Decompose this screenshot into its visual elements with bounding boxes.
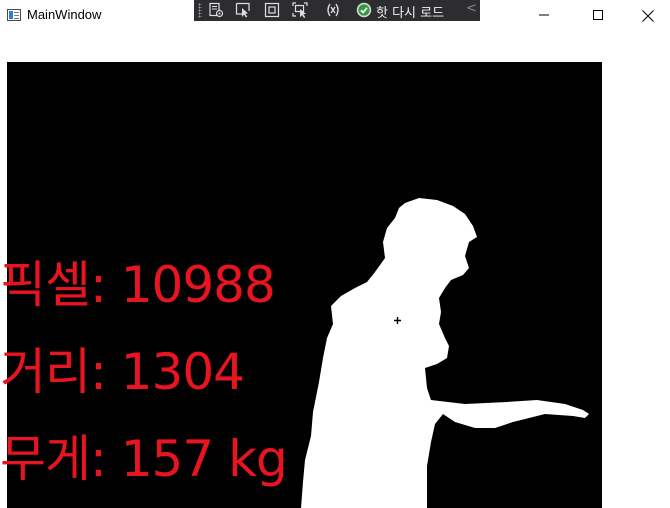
select-element-icon[interactable] xyxy=(235,2,251,18)
display-layout-adorners-icon[interactable] xyxy=(264,2,280,18)
weight-label: 무게: 157 kg xyxy=(0,430,288,488)
hot-reload-label[interactable]: 핫 다시 로드 xyxy=(376,2,444,21)
app-window-icon xyxy=(7,9,21,21)
distance-label: 거리: 1304 xyxy=(0,343,245,401)
binding-failures-icon[interactable] xyxy=(325,2,341,18)
track-focused-element-icon[interactable] xyxy=(292,2,308,18)
window-title: MainWindow xyxy=(27,7,102,22)
close-icon xyxy=(642,10,654,22)
maximize-icon xyxy=(593,10,603,20)
live-visual-tree-icon[interactable] xyxy=(208,2,224,18)
pixel-count-label: 픽셀: 10988 xyxy=(0,256,276,314)
close-button[interactable] xyxy=(624,0,670,31)
minimize-icon xyxy=(539,14,549,16)
collapse-toolbar-button[interactable]: < xyxy=(466,1,477,16)
hot-reload-status-icon[interactable] xyxy=(356,2,372,18)
center-marker-icon xyxy=(394,317,401,324)
toolbar-grip-icon[interactable] xyxy=(198,3,202,18)
maximize-button[interactable] xyxy=(575,0,621,31)
minimize-button[interactable] xyxy=(521,0,567,31)
